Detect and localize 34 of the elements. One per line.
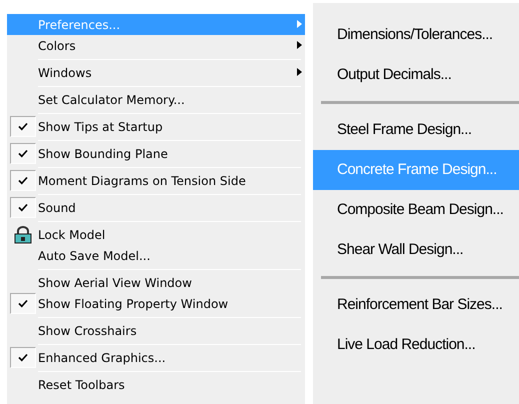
menu-item[interactable]: Show Crosshairs xyxy=(7,320,305,341)
menu-item[interactable]: Show Bounding Plane xyxy=(7,143,305,164)
menu-item[interactable]: Windows xyxy=(7,62,305,83)
menu-item[interactable]: Auto Save Model... xyxy=(7,245,305,266)
submenu-item[interactable]: Shear Wall Design... xyxy=(313,230,519,270)
submenu-item[interactable]: Dimensions/Tolerances... xyxy=(313,15,519,55)
menu-item[interactable]: Show Aerial View Window xyxy=(7,272,305,293)
menu-item[interactable]: Set Calculator Memory... xyxy=(7,89,305,110)
checkbox[interactable] xyxy=(10,293,36,314)
menu-item[interactable]: Show Tips at Startup xyxy=(7,116,305,137)
checkmark-icon xyxy=(18,122,28,131)
menu-item[interactable]: Show Floating Property Window xyxy=(7,293,305,314)
menu-item[interactable]: Sound xyxy=(7,197,305,218)
checkbox[interactable] xyxy=(10,143,36,164)
checkmark-icon xyxy=(18,299,28,308)
checkbox[interactable] xyxy=(10,197,36,218)
submenu-item[interactable]: Live Load Reduction... xyxy=(313,325,519,365)
checkmark-icon xyxy=(18,203,28,212)
menu-item[interactable]: Enhanced Graphics... xyxy=(7,347,305,368)
checkmark-icon xyxy=(18,353,28,362)
padlock-icon xyxy=(12,226,32,244)
submenu-item[interactable]: Composite Beam Design... xyxy=(313,190,519,230)
checkbox[interactable] xyxy=(10,170,36,191)
menu-item[interactable]: Colors xyxy=(7,35,305,56)
menu-item[interactable]: Lock Model xyxy=(7,224,305,245)
checkbox[interactable] xyxy=(10,347,36,368)
submenu-item[interactable]: Output Decimals... xyxy=(313,55,519,95)
checkbox[interactable] xyxy=(10,116,36,137)
submenu-item[interactable]: Steel Frame Design... xyxy=(313,110,519,150)
checkmark-icon xyxy=(18,176,28,185)
submenu-item[interactable]: Reinforcement Bar Sizes... xyxy=(313,285,519,325)
menu-item[interactable]: Reset Toolbars xyxy=(7,374,305,395)
checkmark-icon xyxy=(18,149,28,158)
menu-item[interactable]: Moment Diagrams on Tension Side xyxy=(7,170,305,191)
